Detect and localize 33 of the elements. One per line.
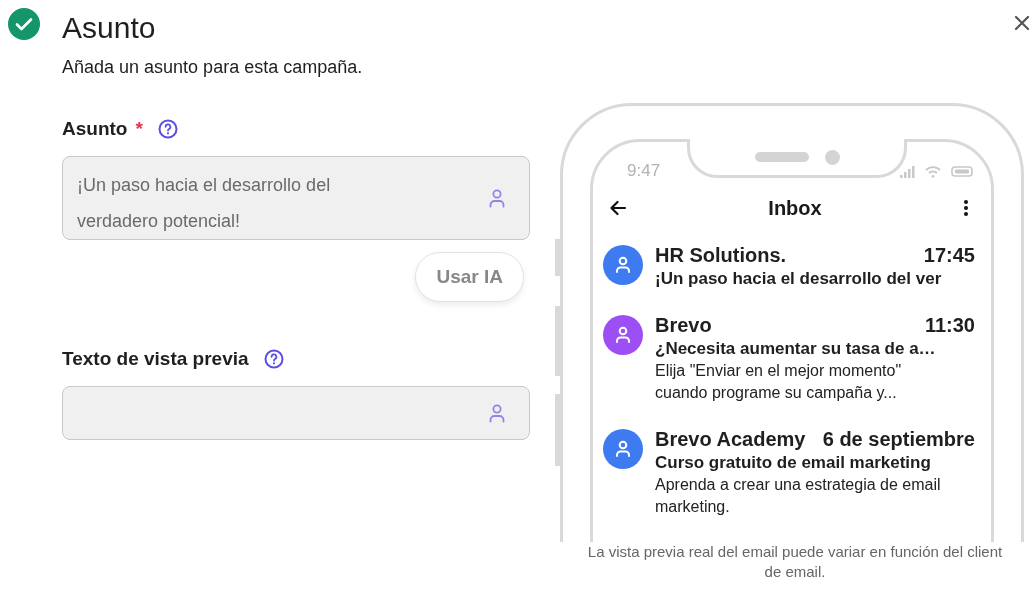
section-subtitle: Añada un asunto para esta campaña. xyxy=(62,56,364,78)
personalize-icon[interactable] xyxy=(488,188,506,208)
email-subject: Curso gratuito de email marketing xyxy=(655,452,932,474)
email-time: 17:45 xyxy=(923,243,975,268)
status-time: 9:47 xyxy=(627,161,661,181)
personalize-icon[interactable] xyxy=(488,403,506,423)
preview-caption: de email. xyxy=(763,562,827,582)
required-mark: * xyxy=(135,118,143,140)
email-subject: ¿Necesita aumentar su tasa de a… xyxy=(655,338,937,360)
ai-button[interactable]: Usar IA xyxy=(415,252,524,302)
text-field[interactable]: ¡Un paso hacia el desarrollo del verdadero potencial! xyxy=(62,156,530,240)
field-label: Texto de vista previa xyxy=(62,348,249,370)
text-field[interactable] xyxy=(62,386,530,440)
email-time: 6 de septiembre xyxy=(822,427,975,452)
email-subject: ¡Un paso hacia el desarrollo del ver xyxy=(655,268,943,290)
email-preview: Elija "Enviar en el mejor momento" cuando programe su campaña y... xyxy=(655,361,903,403)
email-sender: Brevo xyxy=(655,313,712,338)
email-sender: HR Solutions. xyxy=(655,243,787,268)
help-icon[interactable] xyxy=(157,119,178,139)
wifi-icon xyxy=(925,164,941,178)
battery-icon xyxy=(951,165,973,177)
email-sender: Brevo Academy xyxy=(655,427,806,452)
signal-icon xyxy=(900,164,915,178)
back-arrow-icon[interactable] xyxy=(609,200,627,216)
close-icon[interactable] xyxy=(1014,15,1030,31)
section-title: Asunto xyxy=(62,10,156,46)
preview-caption: La vista previa real del email puede variar en función del client xyxy=(586,542,1004,562)
inbox-title: Inbox xyxy=(768,196,822,220)
email-preview: Aprenda a crear una estrategia de email marketing. xyxy=(655,475,942,517)
help-icon[interactable] xyxy=(263,349,284,369)
more-icon[interactable] xyxy=(963,199,969,217)
field-label: Asunto xyxy=(62,118,128,140)
email-time: 11:30 xyxy=(924,313,975,338)
